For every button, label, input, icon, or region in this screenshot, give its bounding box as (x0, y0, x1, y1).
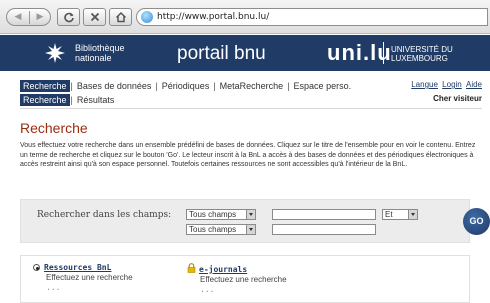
nav-espace-perso[interactable]: Espace perso. (291, 80, 355, 92)
portal-title: portail bnu (177, 43, 266, 64)
library-name-line1: Bibliothèque (75, 43, 125, 53)
chevron-down-icon[interactable] (246, 225, 255, 234)
search-label: Rechercher dans les champs: (37, 210, 172, 220)
secondary-nav: Recherche | Résultats (20, 94, 117, 106)
operator-select-value: Et (385, 210, 393, 219)
operator-select[interactable]: Et (382, 209, 418, 220)
link-aide[interactable]: Aide (466, 80, 482, 89)
home-icon[interactable] (109, 8, 132, 26)
visitor-greeting: Cher visiteur (433, 94, 482, 103)
browser-toolbar: ◀ ▶ http://www.portal.bnu.lu/ (0, 0, 490, 34)
back-icon[interactable]: ◀ (7, 9, 29, 25)
university-name: UNIVERSITÉ DU LUXEMBOURG (391, 45, 471, 63)
resource-bnl-label[interactable]: Ressources BnL (44, 263, 111, 272)
nav-periodiques[interactable]: Périodiques (159, 80, 213, 92)
reload-icon[interactable] (57, 8, 80, 26)
utility-links: Langue Login Aide (409, 80, 482, 89)
resource-bnl-title[interactable]: Ressources BnL (33, 263, 133, 272)
search-input-1[interactable] (272, 209, 376, 220)
resource-ejournals-more: ... (200, 285, 215, 294)
library-name-line2: nationale (75, 53, 112, 63)
field-select-2[interactable]: Tous champs (186, 224, 256, 235)
banner-divider (383, 42, 384, 64)
resource-ejournals: e-journals Effectuez une recherche ... (187, 263, 287, 294)
forward-icon[interactable]: ▶ (29, 9, 51, 25)
subnav-resultats[interactable]: Résultats (74, 94, 118, 106)
search-panel: Rechercher dans les champs: Tous champs … (20, 199, 470, 243)
search-input-2[interactable] (272, 224, 376, 235)
radio-selected-icon[interactable] (33, 264, 40, 271)
primary-nav: Recherche | Bases de données | Périodiques | M… (20, 80, 354, 92)
site-banner: Bibliothèque nationale portail bnu uni.l… (0, 35, 490, 71)
link-login[interactable]: Login (442, 80, 462, 89)
link-langue[interactable]: Langue (411, 80, 438, 89)
chevron-down-icon[interactable] (408, 210, 417, 219)
stop-icon[interactable] (83, 8, 106, 26)
navigation-buttons: ◀ ▶ (6, 8, 51, 26)
bnl-logo-icon[interactable] (43, 41, 67, 68)
resource-ejournals-subtitle: Effectuez une recherche (200, 275, 287, 284)
lock-icon (187, 263, 196, 273)
address-bar[interactable]: http://www.portal.bnu.lu/ (136, 8, 488, 26)
nav-recherche[interactable]: Recherche (20, 80, 70, 92)
resource-bnl-subtitle: Effectuez une recherche (46, 273, 133, 282)
university-name-line2: LUXEMBOURG (391, 54, 448, 63)
library-name: Bibliothèque nationale (75, 43, 135, 63)
nav-divider-line (20, 108, 482, 109)
resource-bnl: Ressources BnL Effectuez une recherche .… (33, 263, 133, 292)
resource-bnl-more: ... (46, 283, 61, 292)
resource-ejournals-label[interactable]: e-journals (199, 265, 247, 274)
intro-text: Vous effectuez votre recherche dans un e… (20, 142, 476, 169)
address-text[interactable]: http://www.portal.bnu.lu/ (157, 12, 269, 22)
go-button[interactable]: GO (463, 208, 490, 235)
chevron-down-icon[interactable] (246, 210, 255, 219)
nav-metarecherche[interactable]: MetaRecherche (217, 80, 287, 92)
unilu-logo: uni.lu (327, 40, 392, 65)
field-select-1[interactable]: Tous champs (186, 209, 256, 220)
globe-icon (141, 11, 153, 23)
subnav-recherche[interactable]: Recherche (20, 94, 70, 106)
resource-panel: Ressources BnL Effectuez une recherche .… (20, 255, 470, 303)
field-select-2-value: Tous champs (189, 225, 237, 234)
nav-bases-de-donnees[interactable]: Bases de données (74, 80, 155, 92)
resource-ejournals-title[interactable]: e-journals (187, 263, 287, 274)
university-name-line1: UNIVERSITÉ DU (391, 45, 453, 54)
page-title: Recherche (20, 120, 88, 136)
field-select-1-value: Tous champs (189, 210, 237, 219)
